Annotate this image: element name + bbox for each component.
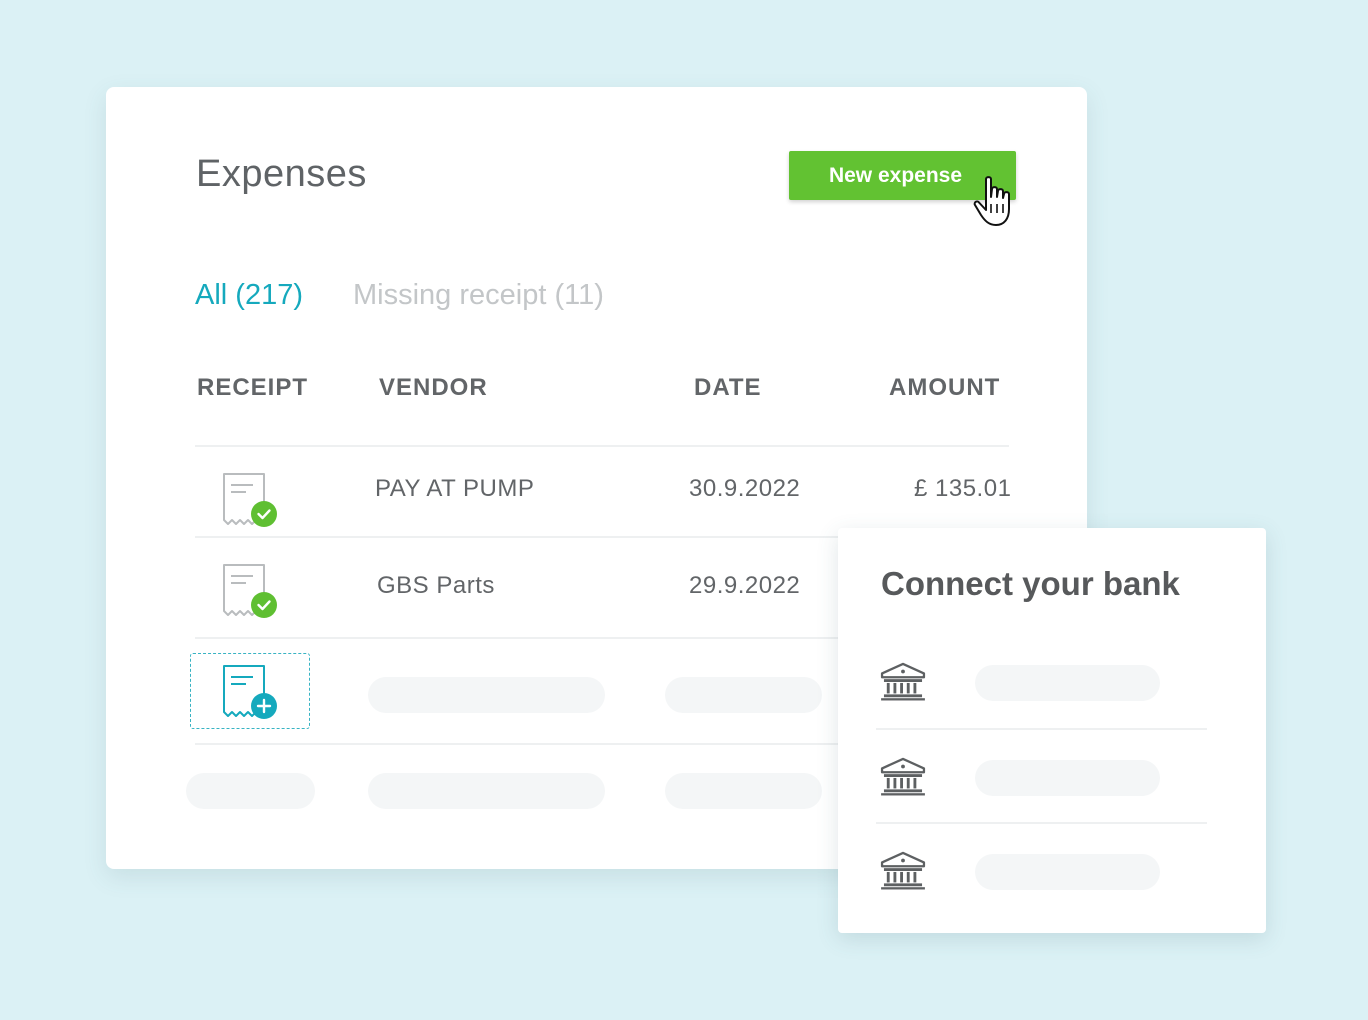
date-cell: 29.9.2022 [689,572,801,599]
add-receipt-icon[interactable] [220,664,278,720]
column-header-receipt[interactable]: RECEIPT [197,374,308,402]
connect-bank-panel: Connect your bank [838,528,1266,933]
date-cell: 30.9.2022 [689,475,801,502]
page-title: Expenses [196,153,367,195]
vendor-placeholder [368,773,605,809]
check-icon [251,592,277,618]
bank-option[interactable] [876,727,1207,817]
date-placeholder [665,773,822,809]
bank-name-placeholder [975,665,1160,701]
date-placeholder [665,677,822,713]
column-header-vendor[interactable]: VENDOR [379,374,488,402]
bank-icon [879,757,927,797]
receipt-icon [223,564,277,618]
hand-pointer-icon [973,176,1010,226]
bank-panel-title: Connect your bank [881,565,1180,602]
vendor-cell: GBS Parts [377,572,495,599]
receipt-placeholder [186,773,315,809]
tab-all[interactable]: All (217) [195,279,303,312]
bank-icon [879,851,927,891]
bank-name-placeholder [975,854,1160,890]
vendor-cell: PAY AT PUMP [375,475,535,502]
bank-option[interactable] [876,632,1207,722]
bank-option[interactable] [876,821,1207,911]
bank-name-placeholder [975,760,1160,796]
column-header-date[interactable]: DATE [694,374,762,402]
check-icon [251,501,277,527]
column-header-amount[interactable]: AMOUNT [889,374,1000,402]
vendor-placeholder [368,677,605,713]
bank-icon [879,662,927,702]
receipt-icon [223,473,277,527]
amount-cell: £ 135.01 [914,475,1012,502]
tab-missing-receipt[interactable]: Missing receipt (11) [353,279,604,312]
table-divider [195,445,1009,447]
